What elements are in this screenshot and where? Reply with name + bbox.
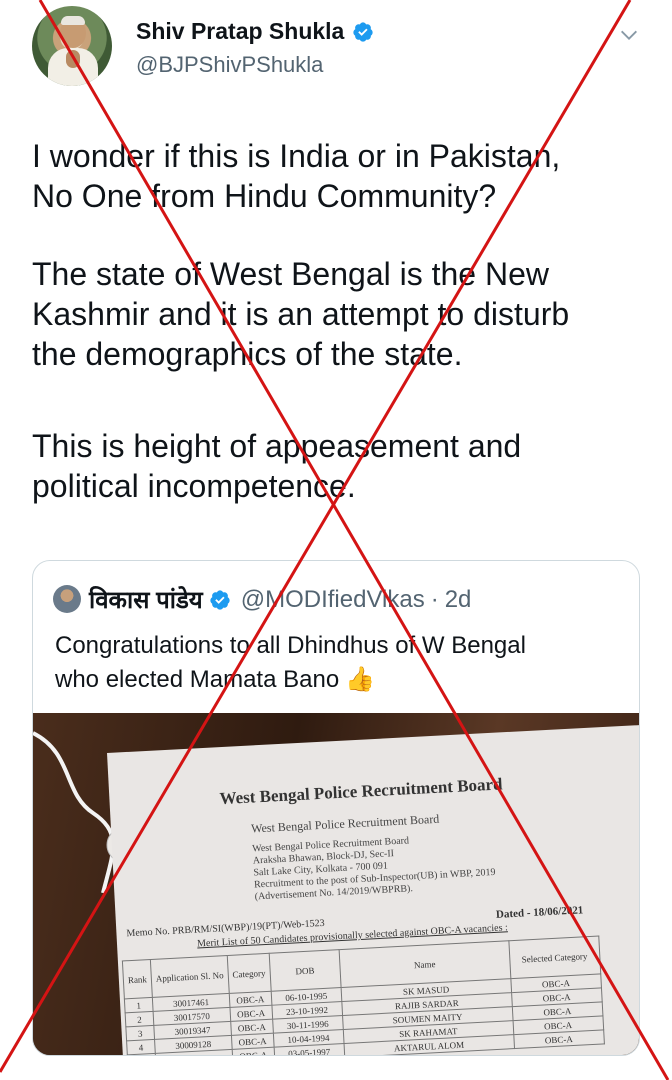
quoted-header: विकास पांडेय @MODIfiedVikas · 2d — [89, 583, 471, 616]
tweet-paragraph-2: The state of West Bengal is the New Kash… — [32, 254, 642, 374]
chevron-down-icon[interactable] — [618, 24, 640, 46]
author-name[interactable]: Shiv Pratap Shukla — [136, 18, 344, 45]
column-header: Rank — [122, 959, 153, 999]
tweet-text-line: The state of West Bengal is the New — [32, 256, 549, 292]
merit-table: Rank Application Sl. No Category DOB Nam… — [122, 936, 605, 1055]
quoted-timestamp: 2d — [444, 585, 472, 613]
tweet-paragraph-1: I wonder if this is India or in Pakistan… — [32, 136, 642, 216]
quoted-text-line: Congratulations to all Dhindhus of W Ben… — [55, 632, 526, 659]
quoted-photo[interactable]: West Bengal Police Recruitment Board Wes… — [33, 713, 639, 1055]
thumbs-up-icon: 👍 — [345, 666, 376, 693]
author-name-row[interactable]: Shiv Pratap Shukla — [136, 18, 374, 45]
recruitment-document: West Bengal Police Recruitment Board Wes… — [107, 723, 639, 1055]
document-address: West Bengal Police Recruitment Board Ara… — [251, 835, 496, 903]
tweet-text-line: Kashmir and it is an attempt to disturb — [32, 296, 570, 332]
quoted-tweet[interactable]: विकास पांडेय @MODIfiedVikas · 2d Congrat… — [32, 560, 640, 1056]
verified-badge-icon — [353, 21, 373, 42]
tweet-text-line: This is height of appeasement and — [32, 428, 522, 464]
tweet-text-line: No One from Hindu Community? — [32, 178, 497, 214]
document-subtitle: West Bengal Police Recruitment Board — [250, 811, 440, 836]
quoted-author-name: विकास पांडेय — [89, 587, 203, 614]
document-title: West Bengal Police Recruitment Board — [219, 774, 503, 809]
quoted-author-handle: @MODIfiedVikas — [240, 585, 425, 613]
tweet-paragraph-3: This is height of appeasement and politi… — [32, 426, 642, 506]
column-header: Category — [227, 953, 271, 994]
quoted-author-avatar — [53, 585, 81, 613]
quoted-text-line: who elected Mamata Bano 👍 — [55, 663, 625, 697]
column-header: Selected Category — [508, 936, 601, 979]
author-avatar[interactable] — [32, 6, 112, 86]
tweet-text-line: the demographics of the state. — [32, 336, 463, 372]
column-header: Application Sl. No — [150, 955, 230, 998]
tweet-text-line: I wonder if this is India or in Pakistan… — [32, 138, 561, 174]
tweet: Shiv Pratap Shukla @BJPShivPShukla I won… — [0, 0, 672, 1080]
document-date: Dated - 18/06/2021 — [495, 904, 584, 921]
verified-badge-icon — [210, 589, 230, 610]
quoted-text: Congratulations to all Dhindhus of W Ben… — [55, 629, 625, 697]
separator-dot: · — [430, 585, 439, 613]
tweet-text-line: political incompetence. — [32, 468, 356, 504]
column-header: DOB — [268, 949, 341, 992]
author-handle[interactable]: @BJPShivPShukla — [136, 52, 323, 78]
